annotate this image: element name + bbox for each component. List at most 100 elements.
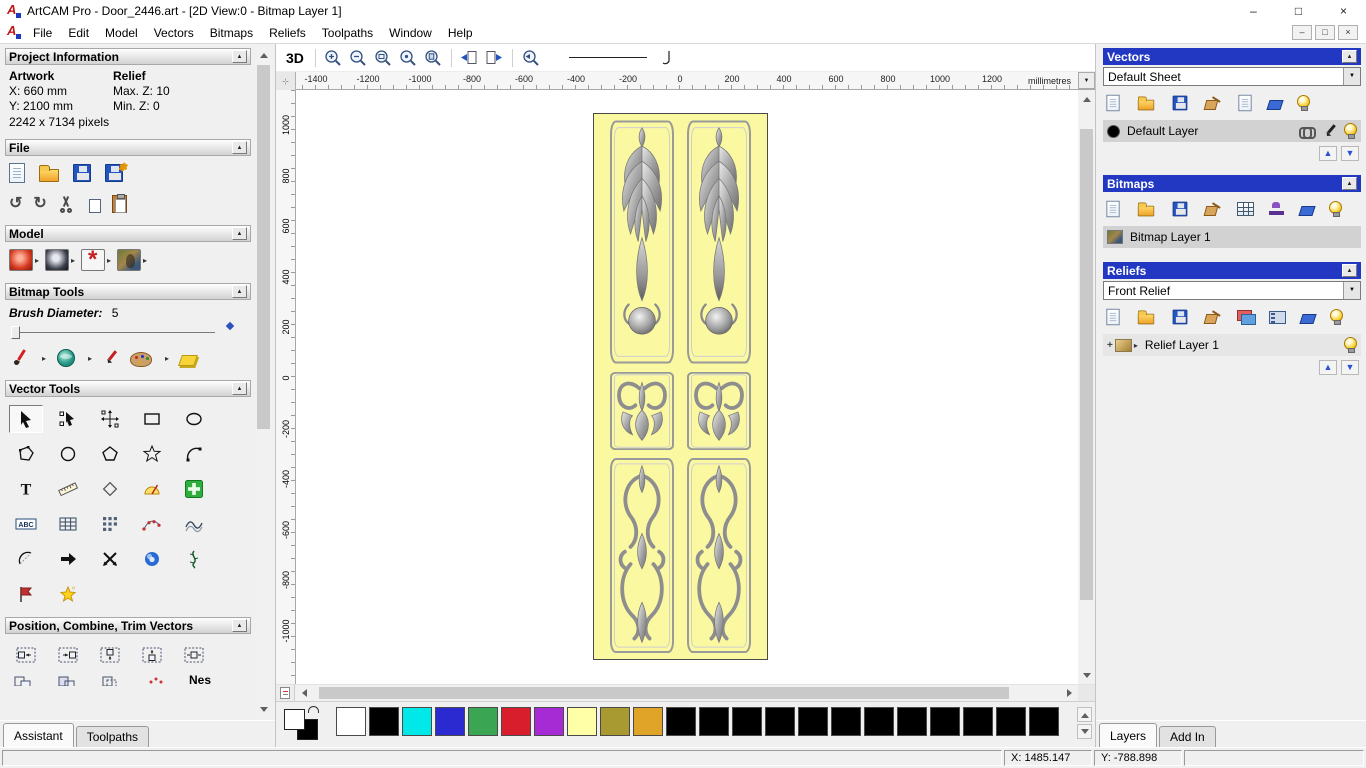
trim-vectors-icon[interactable]: [93, 545, 127, 573]
colour-palette-icon[interactable]: [130, 352, 153, 367]
collapse-arrow-icon[interactable]: ▲: [232, 227, 247, 240]
zoom-page-icon[interactable]: [421, 47, 446, 69]
open-vector-layer-icon[interactable]: [1137, 96, 1155, 111]
vector-doctor-icon[interactable]: [177, 475, 211, 503]
collapse-arrow-icon[interactable]: ▲: [1342, 50, 1357, 63]
menu-file[interactable]: File: [25, 23, 60, 43]
cut-icon[interactable]: [58, 196, 74, 213]
color-swatch[interactable]: [996, 707, 1026, 736]
vector-tools-header[interactable]: Vector Tools ▲: [5, 380, 251, 397]
zoom-out-icon[interactable]: [346, 47, 371, 69]
make-grid-icon[interactable]: [51, 510, 85, 538]
text-block-icon[interactable]: ABC: [9, 510, 43, 538]
open-model-icon[interactable]: [39, 165, 59, 182]
paint-brush-icon[interactable]: [9, 348, 29, 368]
scrollbar-track[interactable]: [255, 63, 272, 701]
tab-toolpaths[interactable]: Toolpaths: [75, 726, 150, 747]
create-circle-icon[interactable]: [51, 440, 85, 468]
canvas-hscrollbar[interactable]: [276, 684, 1095, 701]
zoom-previous-icon[interactable]: [518, 47, 543, 69]
move-layer-up-button[interactable]: ▲: [1319, 360, 1337, 375]
color-swatch[interactable]: [402, 707, 432, 736]
relief-stack-icon[interactable]: [1237, 310, 1256, 325]
new-bitmap-layer-icon[interactable]: [1106, 200, 1120, 218]
bitmap-layer-row[interactable]: Bitmap Layer 1: [1103, 226, 1361, 248]
nesting-icon[interactable]: [177, 510, 211, 538]
vectors-section-header[interactable]: Vectors ▲: [1103, 48, 1361, 65]
toggle-all-vectors-visibility-icon[interactable]: [1297, 95, 1310, 111]
scrollbar-down-arrow[interactable]: [1078, 667, 1095, 684]
add-relief-icon[interactable]: +: [1107, 340, 1113, 351]
redo-icon[interactable]: ↻: [33, 196, 46, 212]
copy-vector-layer-icon[interactable]: [1238, 94, 1252, 112]
zoom-window-icon[interactable]: [371, 47, 396, 69]
collapse-arrow-icon[interactable]: ▲: [232, 619, 247, 632]
adjust-model-icon[interactable]: [9, 249, 33, 271]
scrollbar-right-arrow[interactable]: [1061, 685, 1078, 701]
align-center-icon[interactable]: [177, 641, 211, 669]
color-swatch[interactable]: [897, 707, 927, 736]
create-polygon-icon[interactable]: [93, 440, 127, 468]
door-artwork[interactable]: [593, 113, 768, 660]
color-swatch[interactable]: [864, 707, 894, 736]
undo-icon[interactable]: ↺: [9, 196, 22, 212]
scrollbar-down-arrow[interactable]: [255, 701, 272, 718]
flyout-arrow-icon[interactable]: ▸: [165, 354, 169, 363]
image-to-model-icon[interactable]: [117, 249, 142, 271]
scrollbar-left-arrow[interactable]: [295, 685, 312, 701]
new-vector-layer-icon[interactable]: [1106, 94, 1120, 112]
next-view-icon[interactable]: [482, 47, 507, 69]
weld-vectors-icon[interactable]: [145, 673, 165, 686]
revolve-sphere-icon[interactable]: [135, 545, 169, 573]
collapse-arrow-icon[interactable]: ▲: [1342, 264, 1357, 277]
view-corner-icon[interactable]: [276, 685, 295, 701]
create-text-icon[interactable]: T: [9, 475, 43, 503]
brush-diameter-slider[interactable]: [9, 321, 241, 341]
menu-bitmaps[interactable]: Bitmaps: [202, 23, 261, 43]
layer-colour-swatch[interactable]: [1107, 124, 1120, 138]
scrollbar-track[interactable]: [1078, 107, 1095, 667]
collapse-arrow-icon[interactable]: ▲: [232, 382, 247, 395]
color-swatch[interactable]: [534, 707, 564, 736]
mdi-restore-button[interactable]: □: [1315, 25, 1335, 40]
direction-arrow-icon[interactable]: [51, 545, 85, 573]
open-bitmap-layer-icon[interactable]: [1137, 202, 1155, 217]
dropdown-arrow-icon[interactable]: ▼: [1343, 68, 1360, 85]
eraser-icon[interactable]: [178, 354, 199, 366]
canvas-vscrollbar[interactable]: [1078, 90, 1095, 684]
color-swatch[interactable]: [435, 707, 465, 736]
create-star-icon[interactable]: [135, 440, 169, 468]
menu-model[interactable]: Model: [97, 23, 146, 43]
delete-bitmap-layer-icon[interactable]: [1298, 206, 1316, 216]
color-swatch[interactable]: [369, 707, 399, 736]
primary-colour-swatch[interactable]: [284, 709, 305, 730]
slider-track[interactable]: [11, 332, 215, 333]
expand-relief-layer-icon[interactable]: ▸: [1134, 341, 1138, 350]
color-swatch[interactable]: [336, 707, 366, 736]
palette-scroll-down[interactable]: [1077, 724, 1092, 739]
pencil-draw-icon[interactable]: [103, 350, 119, 367]
zoom-objects-icon[interactable]: [396, 47, 421, 69]
tab-assistant[interactable]: Assistant: [3, 723, 74, 747]
transform-vectors-icon[interactable]: [93, 405, 127, 433]
invert-model-icon[interactable]: [45, 249, 70, 271]
flood-fill-icon[interactable]: [57, 349, 76, 367]
color-swatch[interactable]: [732, 707, 762, 736]
menu-window[interactable]: Window: [381, 23, 440, 43]
zoom-in-icon[interactable]: [321, 47, 346, 69]
close-button[interactable]: ×: [1321, 0, 1366, 22]
relief-visibility-icon[interactable]: [1344, 337, 1357, 353]
tab-layers[interactable]: Layers: [1099, 723, 1158, 747]
combine-subtract-icon[interactable]: [57, 673, 77, 686]
merge-vector-layers-icon[interactable]: [1204, 95, 1222, 111]
color-swatch[interactable]: [930, 707, 960, 736]
move-layer-up-button[interactable]: ▲: [1319, 146, 1337, 161]
position-combine-header[interactable]: Position, Combine, Trim Vectors ▲: [5, 617, 251, 634]
tab-addin[interactable]: Add In: [1159, 726, 1216, 747]
move-layer-down-button[interactable]: ▼: [1341, 146, 1359, 161]
delete-vector-layer-icon[interactable]: [1266, 100, 1284, 110]
color-swatch[interactable]: [798, 707, 828, 736]
flyout-arrow-icon[interactable]: ▸: [35, 256, 39, 265]
bitmap-tools-header[interactable]: Bitmap Tools ▲: [5, 283, 251, 300]
switch-3d-view-button[interactable]: 3D: [286, 50, 310, 66]
